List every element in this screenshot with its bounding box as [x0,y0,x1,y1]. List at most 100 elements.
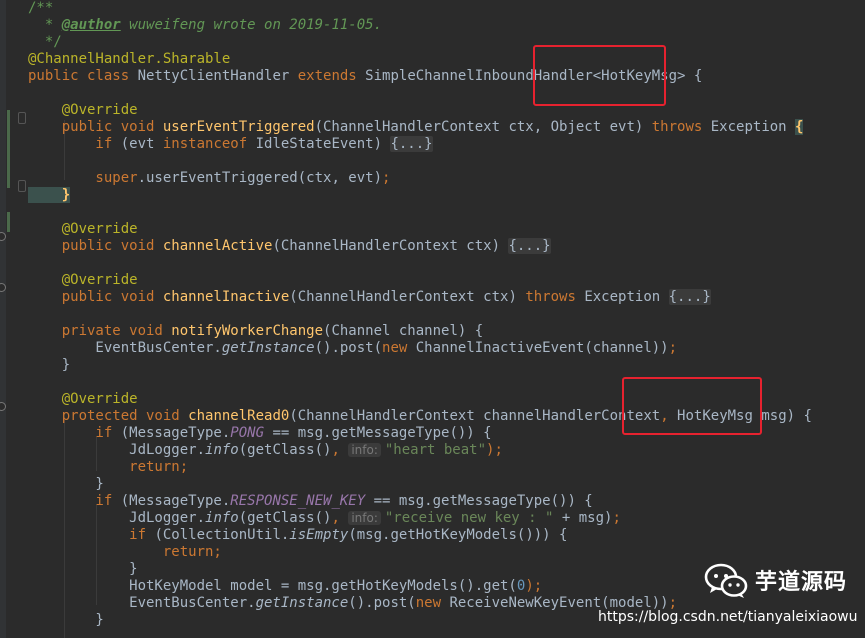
code-line[interactable]: @Override [28,391,138,408]
highlight-box-generic-type [533,45,666,106]
code-line[interactable]: JdLogger.info(getClass(), info: "receive … [28,510,621,527]
code-line[interactable]: if (MessageType.PONG == msg.getMessageTy… [28,425,492,442]
code-token: info [205,510,239,526]
code-token: "receive new key : " [384,510,554,526]
code-token: PONG [230,425,265,441]
code-token: NettyClientHandler [137,68,298,84]
code-line[interactable]: @ChannelHandler.Sharable [28,51,230,68]
code-token: new [415,595,450,611]
watermark-title: 芋道源码 [755,570,848,595]
code-token: JdLogger. [28,510,206,526]
code-token: Sharable [162,51,231,67]
code-token: == msg.getMessageType()) { [264,425,492,441]
code-line[interactable]: } [28,187,71,204]
code-token: public void [28,238,163,254]
code-line[interactable]: @Override [28,102,138,119]
code-token: @ChannelHandler. [28,51,163,67]
code-token: wuweifeng wrote on 2019-11-05. [120,17,383,33]
code-line[interactable]: } [28,357,70,374]
folded-code-block[interactable]: {...} [508,238,551,254]
code-line[interactable]: EventBusCenter.getInstance().post(new Ch… [28,340,677,357]
code-line[interactable]: if (CollectionUtil.isEmpty(msg.getHotKey… [28,527,567,544]
code-line[interactable]: } [28,612,104,629]
code-token: info [205,442,239,458]
code-line[interactable]: */ [28,34,62,51]
code-line[interactable]: public void channelInactive(ChannelHandl… [28,289,711,306]
code-token: /** [28,0,54,16]
code-line[interactable]: return; [28,459,188,476]
code-token: RESPONSE_NEW_KEY [230,493,366,509]
code-token: channelActive [162,238,273,254]
code-line[interactable]: } [28,476,103,493]
code-token: (evt [120,136,163,152]
code-line[interactable]: HotKeyModel model = msg.getHotKeyModels(… [28,578,542,595]
change-marker [7,212,10,232]
code-token: (getClass() [238,510,332,526]
code-token: == msg.getMessageType()) { [365,493,593,509]
code-token: EventBusCenter. [28,595,256,611]
watermark: 芋道源码 https://blog.csdn.net/tianyaleixiao… [598,560,863,638]
watermark-url: https://blog.csdn.net/tianyaleixiaowu [598,609,858,625]
code-line[interactable]: @Override [28,272,138,289]
code-token: { [795,119,804,135]
code-token: } [28,612,104,628]
code-token: getInstance [255,595,349,611]
code-token: ; [382,170,391,186]
code-token: getInstance [221,340,315,356]
code-token: EventBusCenter. [28,340,222,356]
code-token: */ [28,34,62,50]
code-token: throws [525,289,585,305]
code-token: @Override [28,102,138,118]
code-line[interactable]: if (MessageType.RESPONSE_NEW_KEY == msg.… [28,493,593,510]
code-token: (Channel channel) { [323,323,484,339]
highlight-box-msg-param [622,377,762,435]
code-token: .userEventTriggered(ctx, evt) [137,170,383,186]
folded-code-block[interactable]: {...} [668,289,711,305]
code-line[interactable]: * @author wuweifeng wrote on 2019-11-05. [28,17,382,34]
code-token: protected void [28,408,189,424]
code-line[interactable]: @Override [28,221,138,238]
code-token: (msg.getHotKeyModels())) { [348,527,568,543]
code-token: @Override [28,272,138,288]
code-token: (ChannelHandlerContext ctx) [272,238,509,254]
code-token: channelInactive [162,289,290,305]
parameter-hint: info: [348,511,381,525]
code-line[interactable]: EventBusCenter.getInstance().post(new Re… [28,595,677,612]
code-token: @author [61,17,121,33]
code-token: Exception [710,119,796,135]
folded-code-block[interactable]: {...} [390,136,433,152]
code-token: } [28,561,138,577]
code-token: channelRead0 [188,408,290,424]
code-token: @Override [28,391,138,407]
code-token: JdLogger. [28,442,206,458]
code-token: "heart beat" [384,442,487,458]
change-marker [7,110,10,188]
code-token: ); [486,442,503,458]
fold-toggle-icon[interactable] [18,112,26,124]
code-token: + msg) [553,510,613,526]
code-token: if [28,425,121,441]
parameter-hint: info: [348,443,381,457]
fold-toggle-icon[interactable] [18,180,26,192]
code-token: if [28,527,155,543]
code-line[interactable]: /** [28,0,53,17]
code-editor[interactable]: /** * @author wuweifeng wrote on 2019-11… [0,0,865,638]
code-line[interactable]: public void channelActive(ChannelHandler… [28,238,551,255]
code-line[interactable]: super.userEventTriggered(ctx, evt); [28,170,390,187]
code-line[interactable]: JdLogger.info(getClass(), info: "heart be… [28,442,503,459]
code-line[interactable]: if (evt instanceof IdleStateEvent) {...} [28,136,433,153]
code-token: } [28,187,71,203]
code-token: ().post( [314,340,383,356]
code-token: , [331,442,349,458]
code-token: userEventTriggered [162,119,315,135]
code-line[interactable]: return; [28,544,222,561]
code-line[interactable]: private void notifyWorkerChange(Channel … [28,323,483,340]
code-token: @Override [28,221,138,237]
code-token: isEmpty [289,527,349,543]
code-token: return; [28,544,222,560]
code-line[interactable]: } [28,561,138,578]
code-line[interactable]: public void userEventTriggered(ChannelHa… [28,119,804,136]
code-token: HotKeyModel model = msg.getHotKeyModels(… [28,578,517,594]
code-token: if [28,136,121,152]
code-token: (ChannelHandlerContext ctx) [289,289,526,305]
